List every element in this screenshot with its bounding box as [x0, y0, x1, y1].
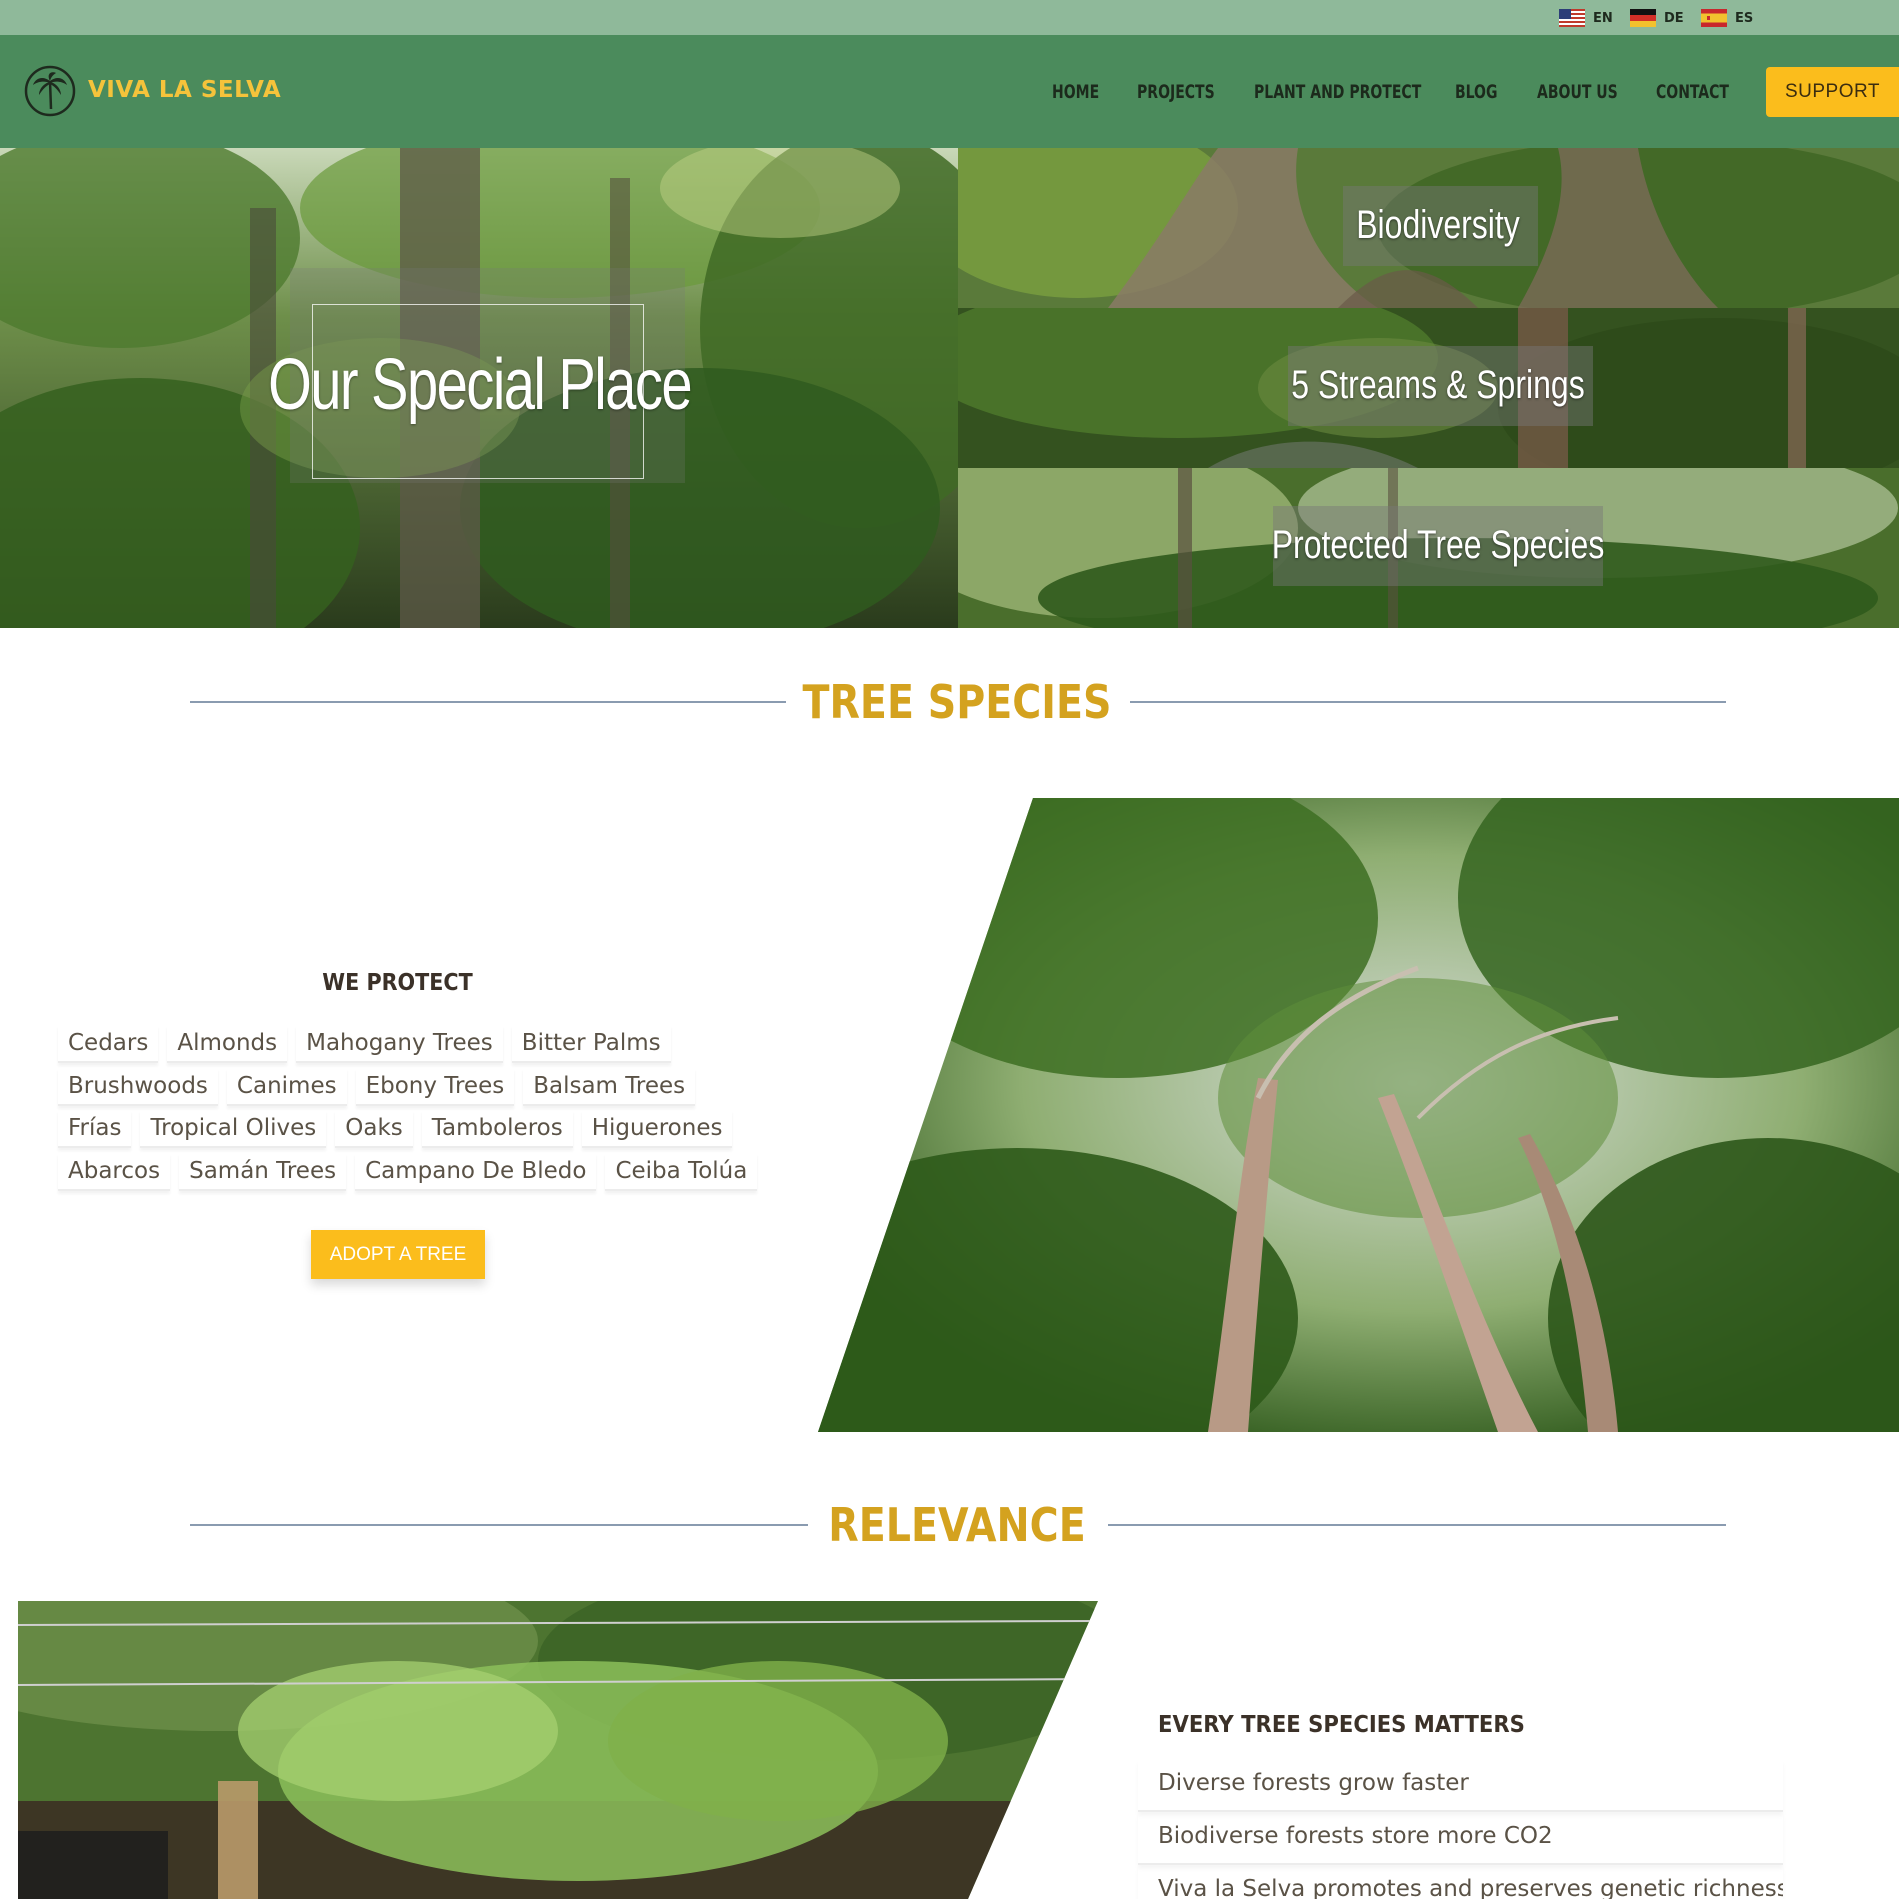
species-tag[interactable]: Bitter Palms	[511, 1025, 671, 1063]
language-de[interactable]: DE	[1630, 8, 1684, 28]
relevance-point: Biodiverse forests store more CO2	[1138, 1813, 1783, 1865]
panel-label: Biodiversity	[1356, 203, 1520, 247]
species-tag[interactable]: Campano De Bledo	[355, 1153, 597, 1191]
species-tag[interactable]: Abarcos	[58, 1153, 171, 1191]
species-tag[interactable]: Frías	[58, 1110, 132, 1148]
species-row: Frías Tropical Olives Oaks Tamboleros Hi…	[58, 1110, 733, 1148]
panel-label: 5 Streams & Springs	[1291, 363, 1585, 407]
species-tag[interactable]: Ebony Trees	[355, 1068, 515, 1106]
de-flag-icon	[1630, 9, 1656, 27]
nursery-photo	[18, 1601, 1098, 1899]
palm-tree-icon[interactable]	[24, 65, 76, 117]
heading-rule-right	[1130, 701, 1726, 703]
species-row: Abarcos Samán Trees Campano De Bledo Cei…	[58, 1153, 758, 1191]
species-tag[interactable]: Oaks	[335, 1110, 413, 1148]
species-tag[interactable]: Samán Trees	[179, 1153, 347, 1191]
hero-main-panel[interactable]: Our Special Place	[0, 148, 958, 628]
relevance-heading: RELEVANCE	[828, 1498, 1086, 1552]
species-tag[interactable]: Mahogany Trees	[296, 1025, 503, 1063]
species-tag[interactable]: Tropical Olives	[140, 1110, 327, 1148]
adopt-a-tree-button[interactable]: ADOPT A TREE	[311, 1230, 485, 1279]
heading-rule-left	[190, 701, 786, 703]
species-tag[interactable]: Ceiba Tolúa	[605, 1153, 758, 1191]
species-row: Cedars Almonds Mahogany Trees Bitter Pal…	[58, 1025, 671, 1063]
hero-panel-biodiversity[interactable]: Biodiversity	[958, 148, 1899, 308]
support-button[interactable]: SUPPORT	[1766, 67, 1899, 117]
nav-about-us[interactable]: ABOUT US	[1537, 81, 1618, 103]
us-flag-icon	[1559, 9, 1585, 27]
tree-species-heading: TREE SPECIES	[802, 675, 1112, 729]
site-header: VIVA LA SELVA HOME PROJECTS PLANT AND PR…	[0, 35, 1899, 148]
nav-blog[interactable]: BLOG	[1455, 81, 1497, 103]
canopy-photo	[818, 798, 1899, 1432]
language-code: ES	[1735, 10, 1754, 26]
brand-name[interactable]: VIVA LA SELVA	[88, 77, 281, 103]
species-tag[interactable]: Higuerones	[581, 1110, 733, 1148]
we-protect-heading: WE PROTECT	[322, 970, 473, 996]
species-tag[interactable]: Almonds	[167, 1025, 288, 1063]
nav-plant-and-protect[interactable]: PLANT AND PROTECT	[1254, 81, 1421, 103]
hero-panel-streams[interactable]: 5 Streams & Springs	[958, 308, 1899, 468]
species-row: Brushwoods Canimes Ebony Trees Balsam Tr…	[58, 1068, 696, 1106]
language-code: DE	[1664, 10, 1684, 26]
language-code: EN	[1593, 10, 1613, 26]
nav-home[interactable]: HOME	[1052, 81, 1099, 103]
hero-section: Our Special Place Biodiversity 5 Streams…	[0, 148, 1899, 628]
language-es[interactable]: ES	[1701, 8, 1753, 28]
language-en[interactable]: EN	[1559, 8, 1613, 28]
relevance-point: Diverse forests grow faster	[1138, 1760, 1783, 1812]
panel-label: Protected Tree Species	[1271, 523, 1605, 567]
hero-title: Our Special Place	[268, 345, 693, 425]
species-tag[interactable]: Canimes	[226, 1068, 347, 1106]
heading-rule-right	[1108, 1524, 1726, 1526]
es-flag-icon	[1701, 9, 1727, 27]
nav-contact[interactable]: CONTACT	[1656, 81, 1729, 103]
nav-projects[interactable]: PROJECTS	[1137, 81, 1215, 103]
relevance-point: Viva la Selva promotes and preserves gen…	[1138, 1866, 1783, 1899]
species-tag[interactable]: Balsam Trees	[523, 1068, 696, 1106]
species-tag[interactable]: Brushwoods	[58, 1068, 218, 1106]
heading-rule-left	[190, 1524, 808, 1526]
hero-panel-protected-species[interactable]: Protected Tree Species	[958, 468, 1899, 628]
species-tag[interactable]: Tamboleros	[421, 1110, 573, 1148]
language-bar: EN DE ES	[0, 0, 1899, 35]
species-tag[interactable]: Cedars	[58, 1025, 159, 1063]
every-tree-matters-heading: EVERY TREE SPECIES MATTERS	[1158, 1712, 1525, 1738]
